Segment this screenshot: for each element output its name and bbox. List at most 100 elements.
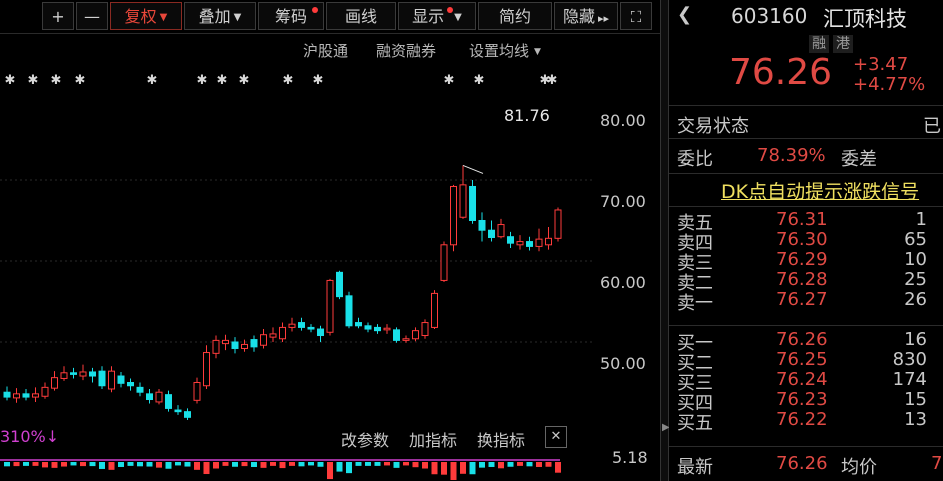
candle[interactable] [364,322,372,333]
candle[interactable] [108,366,115,393]
buy-price[interactable]: 76.22 [776,409,828,430]
buy-price[interactable]: 76.26 [776,329,828,350]
candle[interactable] [174,405,182,415]
buy-price[interactable]: 76.25 [776,349,828,370]
event-marker-icon[interactable]: ✱ [75,73,86,88]
back-arrow-icon[interactable]: ❮ [677,4,692,25]
candle[interactable] [70,367,77,379]
event-marker-icon[interactable]: ✱ [5,73,16,88]
diejia-button[interactable]: 叠加 ▼ [184,2,256,30]
candle[interactable] [326,278,334,336]
sell-price[interactable]: 76.29 [776,249,828,270]
candle[interactable] [22,388,30,401]
candle[interactable] [184,408,191,421]
candle[interactable] [241,339,248,352]
jianyue-button[interactable]: 简约 [478,2,552,30]
candle[interactable] [450,184,457,252]
candle[interactable] [193,377,201,404]
candle[interactable] [3,386,11,401]
candle[interactable] [440,241,448,283]
candle[interactable] [13,388,20,403]
event-marker-icon[interactable]: ✱ [283,73,294,88]
candle[interactable] [526,236,533,251]
candle[interactable] [383,324,391,334]
candle[interactable] [250,335,258,352]
candle[interactable] [402,335,410,343]
sell-price[interactable]: 76.27 [776,289,828,310]
candle[interactable] [431,290,438,330]
candle[interactable] [89,367,96,383]
candle[interactable] [478,212,486,242]
zoom-out-button[interactable]: — [76,2,108,30]
event-marker-icon[interactable]: ✱ [474,73,485,88]
close-icon[interactable]: ✕ [545,426,567,448]
event-marker-icon[interactable]: ✱ [547,73,558,88]
buy-price[interactable]: 76.24 [776,369,828,390]
sell-price[interactable]: 76.28 [776,269,828,290]
candle[interactable] [374,324,381,334]
hugutong-link[interactable]: 沪股通 [303,40,348,61]
event-marker-icon[interactable]: ✱ [217,73,228,88]
candle[interactable] [269,327,277,342]
gai-canshu-button[interactable]: 改参数 [341,427,389,451]
yincang-button[interactable]: 隐藏 ▸▸ [554,2,618,30]
candle[interactable] [60,366,68,381]
candle[interactable] [165,390,172,412]
candle[interactable] [41,382,49,399]
candle[interactable] [535,228,543,252]
candle[interactable] [279,322,286,342]
xianshi-button[interactable]: 显示 ▼ [398,2,476,30]
panel-divider[interactable]: ▶ [660,0,670,481]
candle[interactable] [32,387,39,402]
candle[interactable] [488,220,495,242]
candle[interactable] [355,317,362,329]
candle[interactable] [393,327,400,343]
sell-price[interactable]: 76.30 [776,229,828,250]
candle[interactable] [469,180,476,224]
candlestick-chart[interactable]: ✱ ✱ ✱ ✱ ✱ ✱ ✱ ✱ ✱ ✱ ✱ ✱ ✱ ✱ [0,60,660,424]
event-marker-icon[interactable]: ✱ [147,73,158,88]
candle[interactable] [51,371,58,391]
event-marker-icon[interactable]: ✱ [239,73,250,88]
candle[interactable] [545,226,552,250]
candle[interactable] [497,218,505,239]
candle[interactable] [146,388,153,404]
event-marker-icon[interactable]: ✱ [197,73,208,88]
event-marker-icon[interactable]: ✱ [444,73,455,88]
candle[interactable] [507,231,514,249]
event-marker-icon[interactable]: ✱ [313,73,324,88]
candle[interactable] [222,334,229,351]
candle[interactable] [127,378,134,391]
candle[interactable] [307,324,315,333]
candle[interactable] [260,329,267,349]
zoom-in-button[interactable]: + [42,2,74,30]
fuquan-button[interactable]: 复权 ▼ [110,2,182,30]
candle[interactable] [345,291,353,329]
chouma-button[interactable]: 筹码 [258,2,324,30]
fullscreen-icon[interactable]: ⛶ [620,2,652,30]
candle[interactable] [298,317,305,331]
candle[interactable] [136,382,144,397]
jia-zhibiao-button[interactable]: 加指标 [409,427,457,451]
junxian-link[interactable]: 设置均线 ▼ [469,40,541,61]
candle[interactable] [336,270,343,300]
candle[interactable] [79,364,87,381]
candle[interactable] [459,165,467,219]
event-marker-icon[interactable]: ✱ [28,73,39,88]
huan-zhibiao-button[interactable]: 换指标 [477,427,525,451]
candle[interactable] [554,207,562,242]
rongzi-link[interactable]: 融资融券 [376,40,436,61]
dk-signal-banner[interactable]: DK点自动提示涨跌信号 [721,177,919,204]
candle[interactable] [231,337,239,354]
candle[interactable] [421,319,429,339]
event-marker-icon[interactable]: ✱ [51,73,62,88]
candle[interactable] [203,345,210,389]
buy-price[interactable]: 76.23 [776,389,828,410]
candle[interactable] [317,325,324,342]
candle[interactable] [412,327,419,342]
candle[interactable] [516,235,524,250]
huaxian-button[interactable]: 画线 [326,2,396,30]
candle[interactable] [212,335,220,359]
sell-price[interactable]: 76.31 [776,209,828,230]
candle[interactable] [117,371,125,388]
